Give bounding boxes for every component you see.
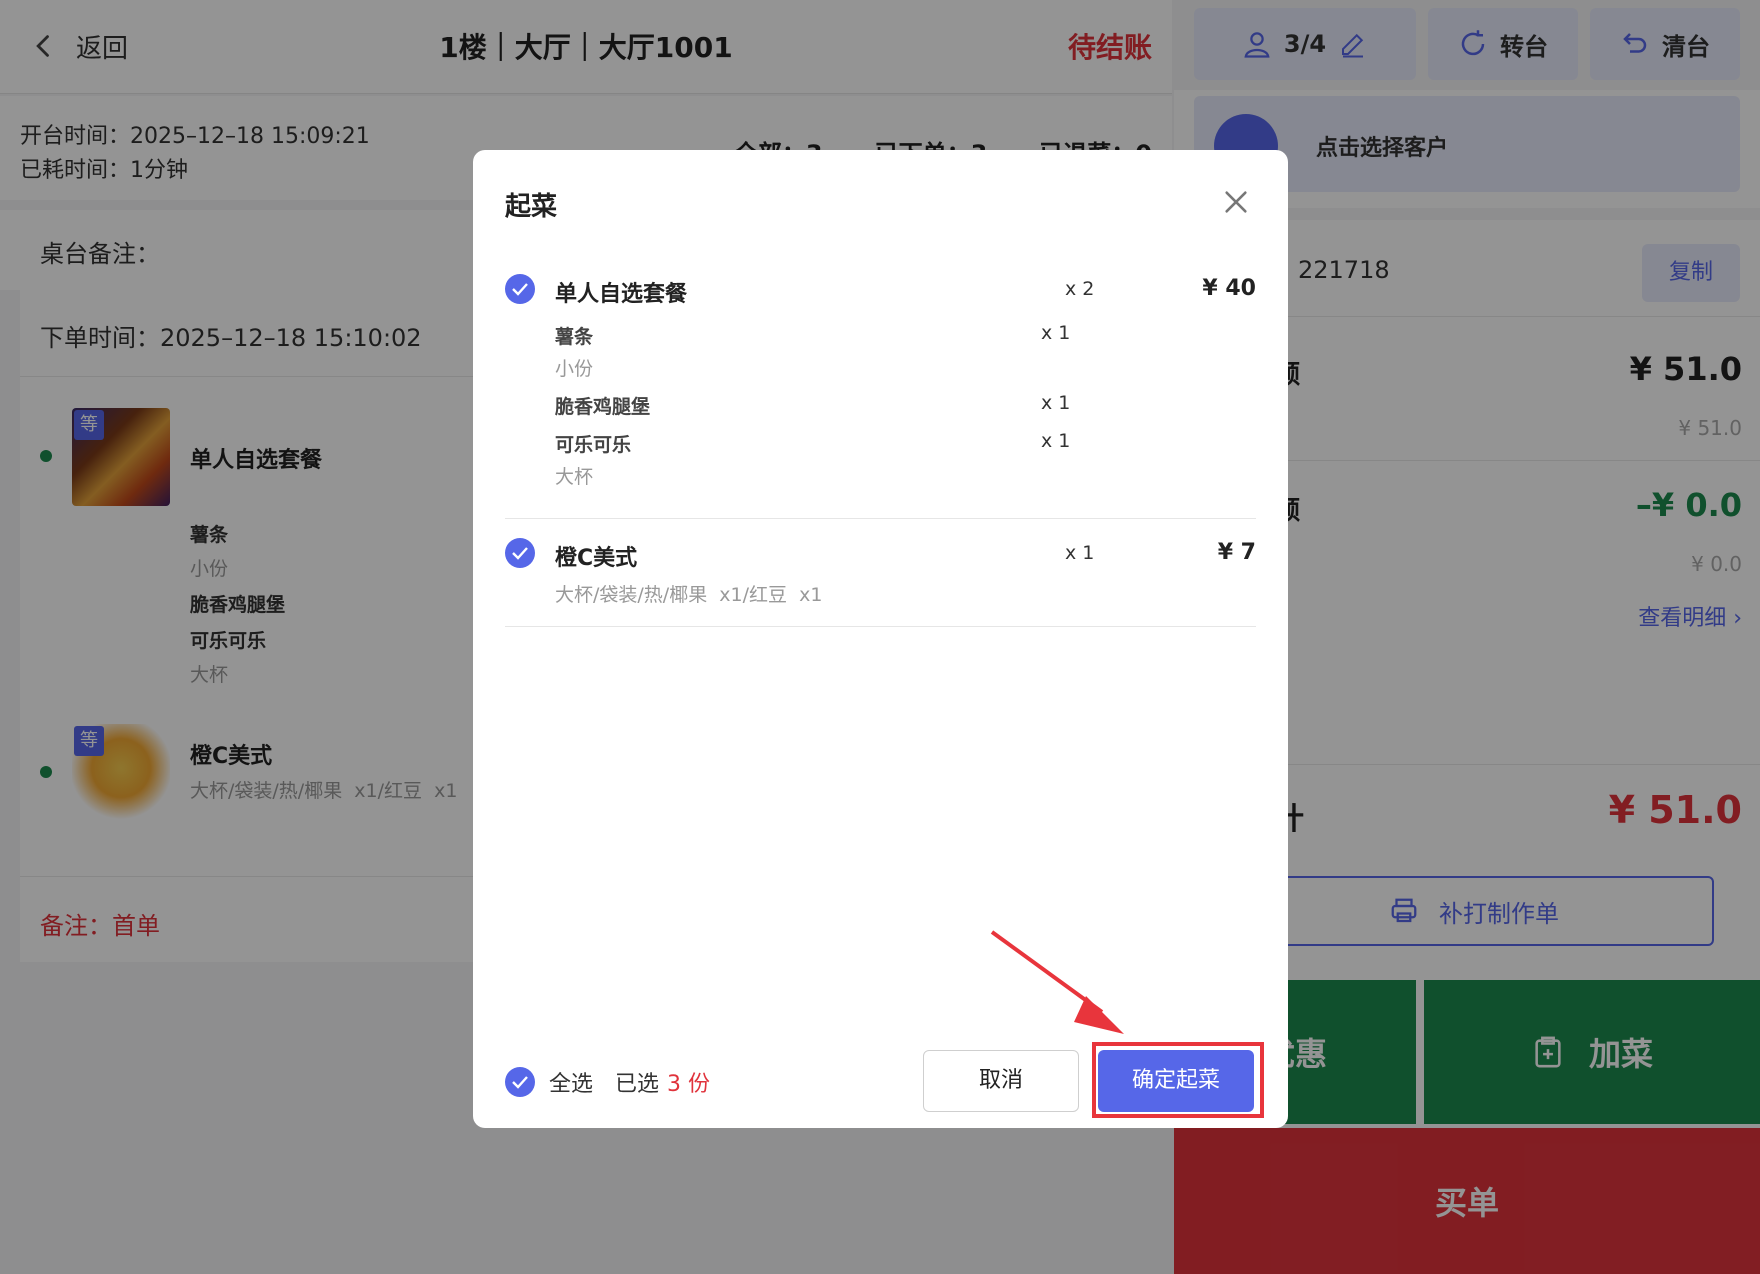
modal-sub-qty: x 1 — [1041, 430, 1071, 452]
select-all-label: 全选 — [549, 1072, 594, 1097]
modal-sub-name: 脆香鸡腿堡 — [555, 396, 651, 418]
divider — [505, 626, 1256, 627]
divider — [505, 518, 1256, 519]
modal-item-spec: 大杯/袋装/热/椰果 x1/红豆 x1 — [555, 584, 823, 606]
arrow-icon — [990, 930, 1124, 1034]
item-checkbox[interactable] — [505, 274, 535, 304]
check-icon — [512, 283, 528, 296]
select-all-checkbox[interactable] — [505, 1067, 535, 1097]
highlight-box — [1092, 1042, 1264, 1118]
selected-count: 3 份 — [667, 1072, 711, 1097]
modal-item-price: ¥ 7 — [1217, 540, 1256, 565]
modal-item-name: 单人自选套餐 — [555, 282, 688, 307]
item-checkbox[interactable] — [505, 538, 535, 568]
cancel-button[interactable]: 取消 — [923, 1050, 1079, 1112]
select-all-row[interactable]: 全选 已选 3 份 — [505, 1066, 710, 1098]
modal-title: 起菜 — [505, 192, 558, 222]
modal-item-qty: x 1 — [1065, 542, 1095, 564]
modal-item-price: ¥ 40 — [1202, 276, 1256, 301]
modal-sub-spec: 小份 — [555, 358, 594, 380]
selected-prefix: 已选 — [615, 1072, 660, 1097]
check-icon — [512, 1076, 528, 1089]
close-icon[interactable] — [1222, 188, 1250, 216]
check-icon — [512, 547, 528, 560]
modal-sub-name: 可乐可乐 — [555, 434, 632, 456]
modal-sub-spec: 大杯 — [555, 466, 594, 488]
serve-dish-modal: 起菜 单人自选套餐 x 2 ¥ 40 薯条 x 1 小份 脆香鸡腿堡 x 1 可… — [473, 150, 1288, 1128]
modal-sub-name: 薯条 — [555, 326, 594, 348]
modal-item-name: 橙C美式 — [555, 546, 638, 571]
modal-sub-qty: x 1 — [1041, 392, 1071, 414]
modal-item-qty: x 2 — [1065, 278, 1095, 300]
modal-sub-qty: x 1 — [1041, 322, 1071, 344]
